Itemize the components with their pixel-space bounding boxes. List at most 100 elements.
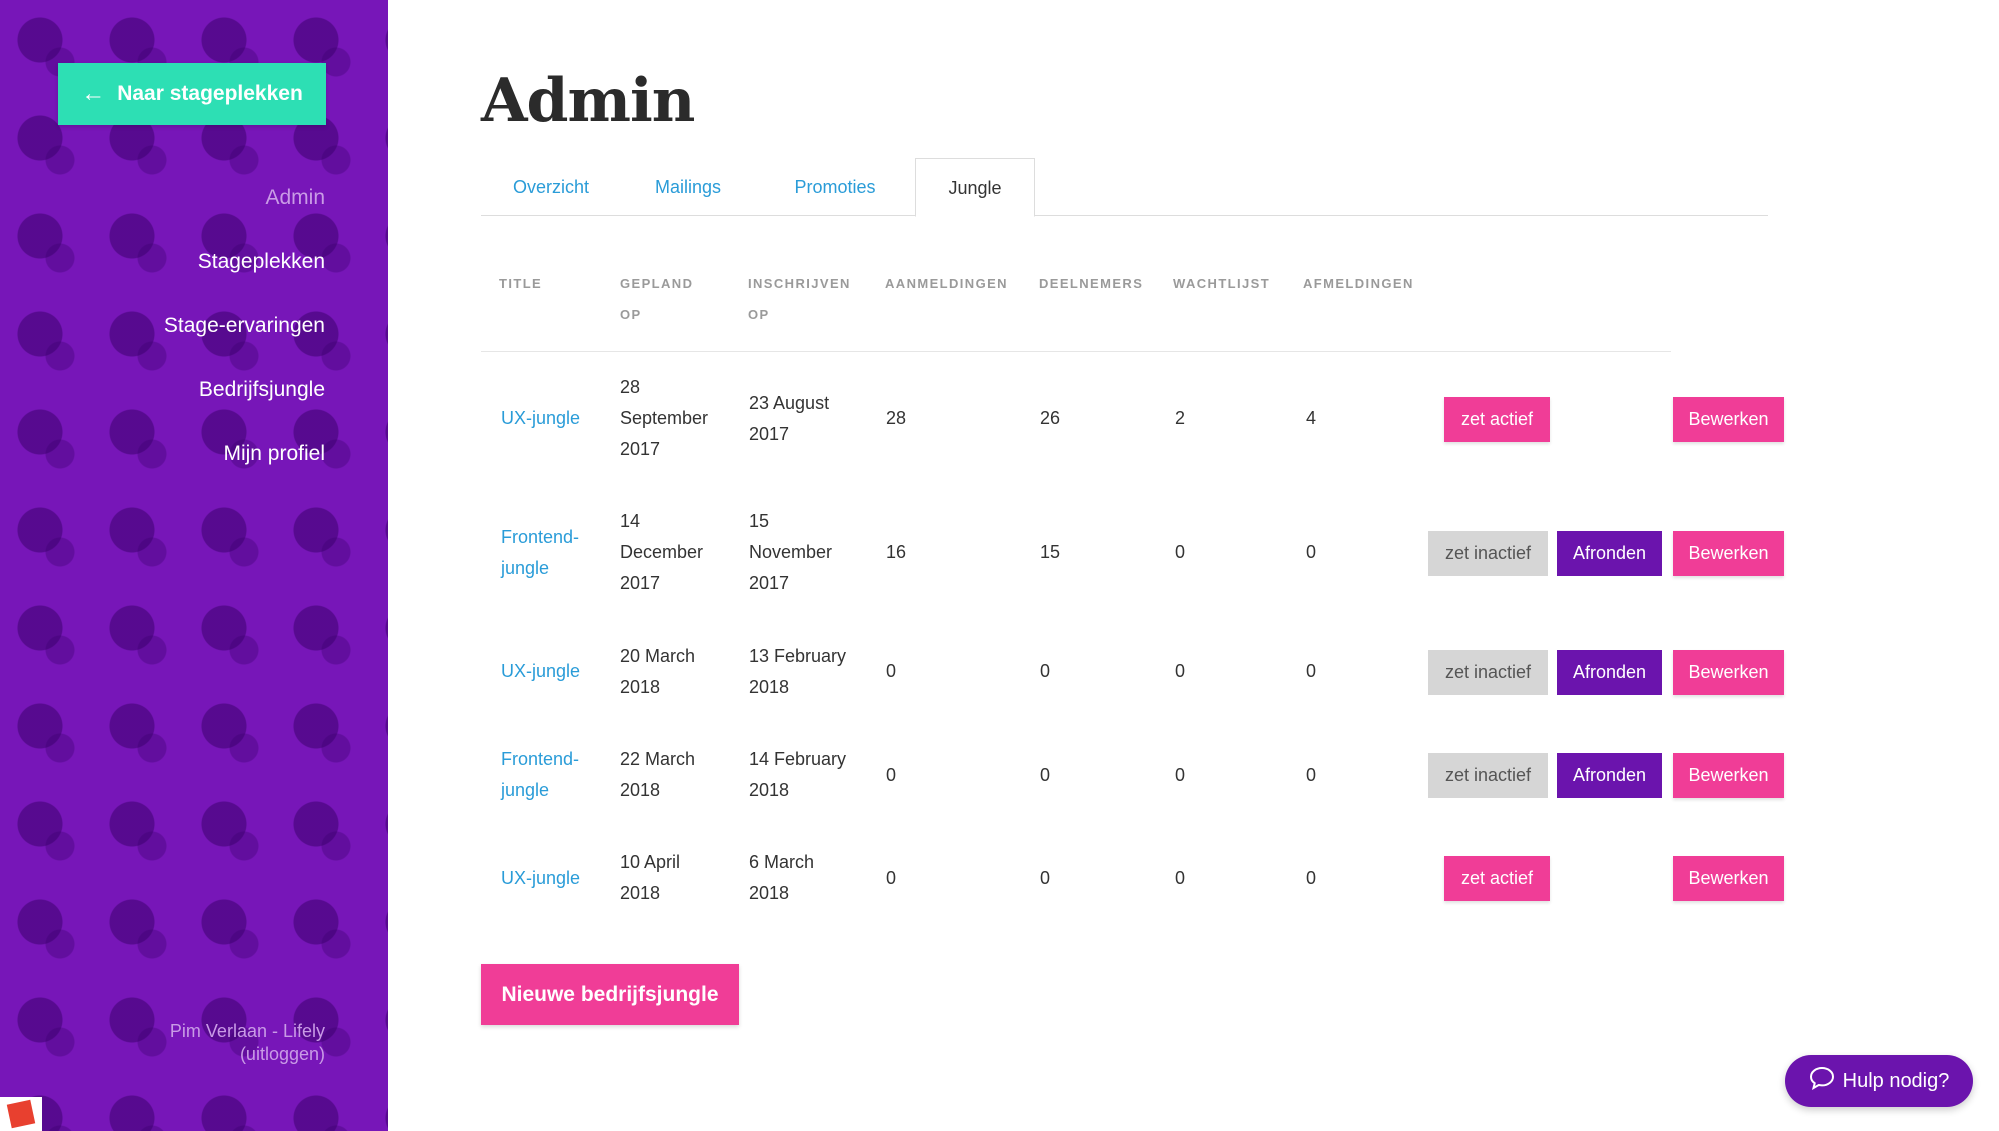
row-wachtlijst: 0 xyxy=(1175,661,1186,681)
row-gepland-line: 2018 xyxy=(620,780,661,800)
row-afmeldingen: 0 xyxy=(1306,868,1317,888)
column-header-inschrijven-line2: OP xyxy=(748,307,770,322)
bewerken-button[interactable]: Bewerken xyxy=(1673,650,1784,695)
row-deelnemers: 0 xyxy=(1040,868,1051,888)
row-gepland-line: 2017 xyxy=(620,573,661,593)
row-title-link[interactable]: UX-jungle xyxy=(501,403,580,434)
app-logo-icon xyxy=(6,1099,36,1129)
app-badge[interactable] xyxy=(0,1097,42,1131)
row-deelnemers: 26 xyxy=(1040,408,1061,428)
bewerken-button[interactable]: Bewerken xyxy=(1673,531,1784,576)
row-gepland: 20 March 2018 xyxy=(620,641,695,703)
row-gepland-line: December xyxy=(620,542,704,562)
sidebar-nav: Admin Stageplekken Stage-ervaringen Bedr… xyxy=(164,180,325,500)
row-title-line: jungle xyxy=(501,558,550,578)
row-afmeldingen: 4 xyxy=(1306,408,1317,428)
column-header-deelnemers: DEELNEMERS xyxy=(1039,276,1144,291)
logout-link[interactable]: (uitloggen) xyxy=(240,1044,325,1064)
column-header-wachtlijst: WACHTLIJST xyxy=(1173,276,1271,291)
row-inschrijven-line: 14 February xyxy=(749,749,847,769)
bewerken-button[interactable]: Bewerken xyxy=(1673,397,1784,442)
row-inschrijven-line: 15 xyxy=(749,511,770,531)
row-inschrijven-line: 2017 xyxy=(749,424,790,444)
sidebar-item-stageplekken[interactable]: Stageplekken xyxy=(164,244,325,308)
row-wachtlijst: 2 xyxy=(1175,408,1186,428)
tab-bar: Overzicht Mailings Promoties Jungle xyxy=(481,158,1768,217)
row-wachtlijst: 0 xyxy=(1175,868,1186,888)
row-aanmeldingen: 16 xyxy=(886,542,907,562)
afronden-button[interactable]: Afronden xyxy=(1557,531,1662,576)
column-header-gepland-line1: GEPLAND xyxy=(620,276,694,291)
tab-jungle[interactable]: Jungle xyxy=(915,158,1035,217)
bewerken-button[interactable]: Bewerken xyxy=(1673,856,1784,901)
row-title-line: jungle xyxy=(501,780,550,800)
row-gepland: 10 April 2018 xyxy=(620,847,680,909)
sidebar-item-bedrijfsjungle[interactable]: Bedrijfsjungle xyxy=(164,372,325,436)
row-deelnemers: 0 xyxy=(1040,765,1051,785)
column-header-afmeldingen: AFMELDINGEN xyxy=(1303,276,1414,291)
row-title-link[interactable]: Frontend- jungle xyxy=(501,744,579,806)
row-aanmeldingen: 0 xyxy=(886,868,897,888)
row-afmeldingen: 0 xyxy=(1306,542,1317,562)
help-button-label: Hulp nodig? xyxy=(1842,1069,1950,1092)
column-header-aanmeldingen: AANMELDINGEN xyxy=(885,276,1008,291)
row-aanmeldingen: 0 xyxy=(886,765,897,785)
row-title-line: Frontend- xyxy=(501,749,580,769)
column-header-gepland: GEPLAND OP xyxy=(620,268,693,330)
row-gepland-line: 22 March xyxy=(620,749,696,769)
row-inschrijven-line: 13 February xyxy=(749,646,847,666)
sidebar-item-mijn-profiel[interactable]: Mijn profiel xyxy=(164,436,325,500)
row-inschrijven-line: 2018 xyxy=(749,780,790,800)
row-afmeldingen: 0 xyxy=(1306,661,1317,681)
column-header-inschrijven: INSCHRIJVEN OP xyxy=(748,268,851,330)
column-header-title: TITLE xyxy=(499,276,543,291)
sidebar-item-admin[interactable]: Admin xyxy=(164,180,325,244)
row-gepland-line: September xyxy=(620,408,709,428)
row-wachtlijst: 0 xyxy=(1175,765,1186,785)
help-button[interactable]: Hulp nodig? xyxy=(1785,1055,1973,1107)
row-inschrijven-line: 2018 xyxy=(749,883,790,903)
sidebar-item-stage-ervaringen[interactable]: Stage-ervaringen xyxy=(164,308,325,372)
row-gepland-line: 14 xyxy=(620,511,641,531)
bewerken-button[interactable]: Bewerken xyxy=(1673,753,1784,798)
row-afmeldingen: 0 xyxy=(1306,765,1317,785)
tab-overzicht[interactable]: Overzicht xyxy=(481,158,621,216)
row-inschrijven-line: November xyxy=(749,542,833,562)
row-gepland-line: 2018 xyxy=(620,883,661,903)
row-inschrijven-line: 2018 xyxy=(749,677,790,697)
row-title-line: Frontend- xyxy=(501,527,580,547)
row-inschrijven-line: 6 March xyxy=(749,852,815,872)
table-header-divider xyxy=(481,351,1671,352)
row-inschrijven-line: 23 August xyxy=(749,393,830,413)
row-wachtlijst: 0 xyxy=(1175,542,1186,562)
afronden-button[interactable]: Afronden xyxy=(1557,753,1662,798)
nieuwe-bedrijfsjungle-button[interactable]: Nieuwe bedrijfsjungle xyxy=(481,964,739,1025)
row-title-link[interactable]: UX-jungle xyxy=(501,656,580,687)
zet-actief-button[interactable]: zet actief xyxy=(1444,397,1550,442)
tab-promoties[interactable]: Promoties xyxy=(755,158,915,216)
row-gepland: 28 September 2017 xyxy=(620,372,708,465)
zet-inactief-button[interactable]: zet inactief xyxy=(1428,531,1548,576)
back-to-stageplekken-button[interactable]: ← Naar stageplekken xyxy=(58,63,326,125)
row-inschrijven: 23 August 2017 xyxy=(749,388,829,450)
sidebar: ← Naar stageplekken Admin Stageplekken S… xyxy=(0,0,388,1131)
row-aanmeldingen: 0 xyxy=(886,661,897,681)
row-gepland-line: 2018 xyxy=(620,677,661,697)
row-title-link[interactable]: Frontend- jungle xyxy=(501,522,579,584)
row-inschrijven-line: 2017 xyxy=(749,573,790,593)
zet-inactief-button[interactable]: zet inactief xyxy=(1428,650,1548,695)
row-title-link[interactable]: UX-jungle xyxy=(501,863,580,894)
column-header-gepland-line2: OP xyxy=(620,307,642,322)
row-aanmeldingen: 28 xyxy=(886,408,907,428)
row-gepland: 14 December 2017 xyxy=(620,506,703,599)
afronden-button[interactable]: Afronden xyxy=(1557,650,1662,695)
row-inschrijven: 13 February 2018 xyxy=(749,641,846,703)
row-deelnemers: 15 xyxy=(1040,542,1061,562)
row-gepland-line: 10 April xyxy=(620,852,681,872)
zet-actief-button[interactable]: zet actief xyxy=(1444,856,1550,901)
row-gepland-line: 2017 xyxy=(620,439,661,459)
tab-mailings[interactable]: Mailings xyxy=(621,158,755,216)
back-button-label: Naar stageplekken xyxy=(117,82,303,105)
zet-inactief-button[interactable]: zet inactief xyxy=(1428,753,1548,798)
row-deelnemers: 0 xyxy=(1040,661,1051,681)
